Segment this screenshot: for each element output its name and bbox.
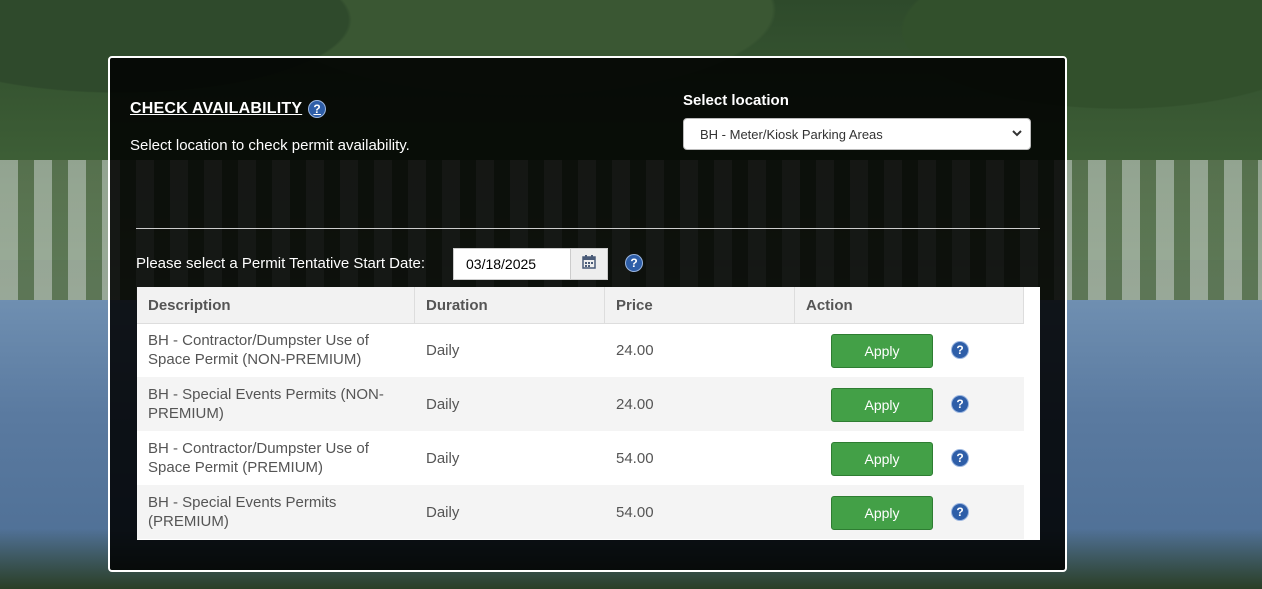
location-selected-value: BH - Meter/Kiosk Parking Areas [700,126,883,142]
apply-button[interactable]: Apply [831,496,933,530]
permit-duration: Daily [426,341,460,359]
table-header-row: Description Duration Price Action [137,287,1024,324]
permit-price: 54.00 [616,503,654,521]
start-date-label: Please select a Permit Tentative Start D… [136,255,426,272]
divider [136,228,1040,229]
table-row: BH - Contractor/Dumpster Use of Space Pe… [137,431,1024,485]
header-duration: Duration [415,287,605,323]
page-subtitle: Select location to check permit availabi… [130,137,410,154]
permit-price: 24.00 [616,395,654,413]
permit-duration: Daily [426,503,460,521]
start-date-input[interactable]: 03/18/2025 [453,248,571,280]
apply-button[interactable]: Apply [831,388,933,422]
row-help-icon[interactable]: ? [951,449,969,467]
table-row: BH - Contractor/Dumpster Use of Space Pe… [137,323,1024,377]
row-help-icon[interactable]: ? [951,341,969,359]
permit-duration: Daily [426,449,460,467]
availability-panel: CHECK AVAILABILITY ? Select location to … [108,56,1067,572]
permit-price: 54.00 [616,449,654,467]
apply-button[interactable]: Apply [831,442,933,476]
title-help-icon[interactable]: ? [308,100,327,118]
permit-description: BH - Contractor/Dumpster Use of Space Pe… [148,440,369,476]
page-title: CHECK AVAILABILITY ? [130,100,327,118]
header-action: Action [795,287,1024,323]
date-help-icon[interactable]: ? [625,254,643,272]
permit-price: 24.00 [616,341,654,359]
permit-description: BH - Special Events Permits (PREMIUM) [148,494,337,530]
calendar-icon [582,254,596,274]
table-row: BH - Special Events Permits (PREMIUM) Da… [137,485,1024,539]
header-description: Description [137,287,415,323]
permit-duration: Daily [426,395,460,413]
permit-table: Description Duration Price Action BH - C… [137,287,1040,540]
location-label: Select location [683,92,789,109]
chevron-down-icon [1012,127,1022,144]
title-text: CHECK AVAILABILITY [130,100,303,117]
calendar-button[interactable] [570,248,608,280]
table-row: BH - Special Events Permits (NON-PREMIUM… [137,377,1024,431]
row-help-icon[interactable]: ? [951,395,969,413]
apply-button[interactable]: Apply [831,334,933,368]
header-price: Price [605,287,795,323]
location-select[interactable]: BH - Meter/Kiosk Parking Areas [683,118,1031,150]
permit-description: BH - Contractor/Dumpster Use of Space Pe… [148,332,369,368]
row-help-icon[interactable]: ? [951,503,969,521]
permit-description: BH - Special Events Permits (NON-PREMIUM… [148,386,384,422]
